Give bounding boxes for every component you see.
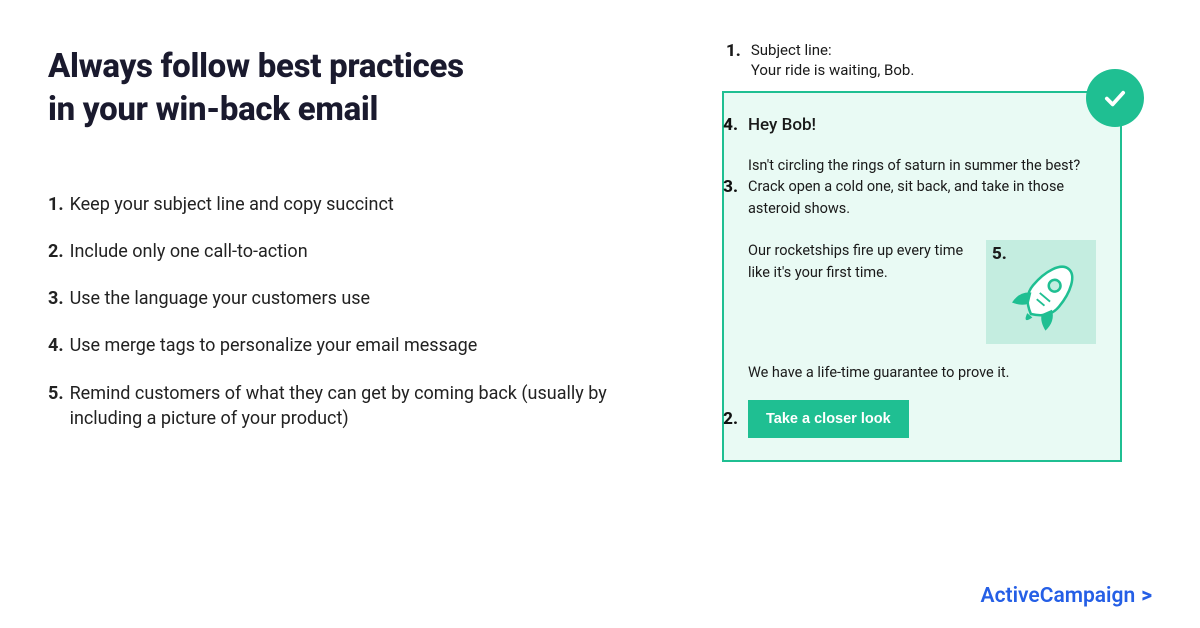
annotation-number: 1. [726, 40, 741, 81]
subject-label: Subject line: [751, 40, 914, 60]
page-title: Always follow best practices in your win… [48, 46, 662, 132]
heading-line-2: in your win-back email [48, 90, 378, 129]
email-greeting: Hey Bob! [748, 115, 816, 135]
paragraph-with-image: Our rocketships fire up every time like … [748, 240, 1096, 344]
rocket-icon [1004, 254, 1088, 338]
brand-name: ActiveCampaign [981, 584, 1136, 608]
item-number: 2. [48, 239, 64, 264]
item-number: 4. [48, 333, 64, 358]
email-paragraph: Our rocketships fire up every time like … [748, 240, 974, 284]
item-number: 3. [48, 286, 64, 311]
subject-value: Your ride is waiting, Bob. [751, 60, 914, 80]
content-left: Always follow best practices in your win… [48, 40, 662, 628]
check-icon [1101, 84, 1129, 112]
list-item: 1. Keep your subject line and copy succi… [48, 192, 662, 217]
cta-button[interactable]: Take a closer look [748, 400, 909, 438]
email-preview-card: 4. Hey Bob! 3. Isn't circling the rings … [722, 91, 1122, 462]
list-item: 3. Use the language your customers use [48, 286, 662, 311]
example-column: 1. Subject line: Your ride is waiting, B… [722, 40, 1152, 628]
item-number: 5. [48, 381, 64, 431]
item-text: Remind customers of what they can get by… [70, 381, 662, 431]
item-text: Include only one call-to-action [70, 239, 308, 264]
list-item: 5. Remind customers of what they can get… [48, 381, 662, 431]
item-text: Use the language your customers use [70, 286, 371, 311]
chevron-right-icon: > [1141, 584, 1152, 608]
email-paragraph: We have a life-time guarantee to prove i… [748, 362, 1096, 384]
brand-logo: ActiveCampaign > [981, 584, 1152, 608]
greeting-row: 4. Hey Bob! [748, 115, 1096, 135]
practices-list: 1. Keep your subject line and copy succi… [48, 192, 662, 431]
product-image: 5. [986, 240, 1096, 344]
subject-annotation: 1. Subject line: Your ride is waiting, B… [726, 40, 1152, 81]
item-number: 1. [48, 192, 64, 217]
annotation-number: 3. [718, 177, 738, 197]
heading-line-1: Always follow best practices [48, 47, 464, 86]
cta-row: 2. Take a closer look [748, 400, 1096, 438]
annotation-number: 4. [718, 115, 738, 135]
item-text: Use merge tags to personalize your email… [70, 333, 478, 358]
list-item: 4. Use merge tags to personalize your em… [48, 333, 662, 358]
paragraph-row: 3. Isn't circling the rings of saturn in… [748, 155, 1096, 220]
email-paragraph: Isn't circling the rings of saturn in su… [748, 155, 1096, 220]
annotation-number: 2. [718, 409, 738, 429]
list-item: 2. Include only one call-to-action [48, 239, 662, 264]
check-badge [1086, 69, 1144, 127]
item-text: Keep your subject line and copy succinct [70, 192, 394, 217]
